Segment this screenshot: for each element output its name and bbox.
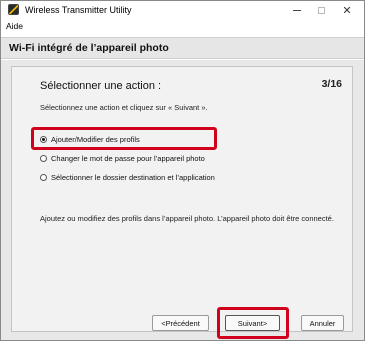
option-add-modify-profiles[interactable]: Ajouter/Modifier des profils (40, 133, 140, 145)
maximize-button[interactable] (309, 2, 333, 18)
option-label: Sélectionner le dossier destination et l… (51, 172, 215, 182)
app-window: Wireless Transmitter Utility ✕ Aide Wi-F… (0, 0, 365, 341)
wizard-panel: Sélectionner une action : 3/16 Sélection… (11, 66, 353, 339)
radio-button[interactable] (40, 173, 47, 181)
window-title: Wireless Transmitter Utility (25, 5, 132, 15)
menu-item-aide[interactable]: Aide (6, 21, 23, 31)
minimize-button[interactable] (285, 2, 309, 18)
minimize-icon (293, 9, 301, 11)
next-button[interactable]: Suivant> (225, 315, 280, 331)
content-area: Sélectionner une action : 3/16 Sélection… (1, 60, 364, 340)
option-select-folder-app[interactable]: Sélectionner le dossier destination et l… (40, 171, 215, 183)
maximize-icon (317, 6, 325, 14)
close-icon: ✕ (342, 3, 352, 17)
instruction-text: Sélectionnez une action et cliquez sur «… (40, 103, 208, 112)
action-heading: Sélectionner une action : (40, 80, 162, 92)
page-header: Wi-Fi intégré de l’appareil photo (1, 37, 364, 59)
description-text: Ajoutez ou modifiez des profils dans l’a… (40, 214, 334, 223)
title-bar[interactable]: Wireless Transmitter Utility ✕ (1, 1, 364, 19)
previous-button[interactable]: <Précédent (152, 315, 209, 331)
radio-button[interactable] (40, 154, 47, 162)
step-counter: 3/16 (321, 78, 342, 90)
page-title: Wi-Fi intégré de l’appareil photo (9, 42, 169, 54)
radio-button-checked[interactable] (40, 135, 47, 143)
option-label: Ajouter/Modifier des profils (51, 134, 140, 144)
close-button[interactable]: ✕ (335, 2, 359, 18)
menu-bar: Aide (1, 20, 364, 34)
app-icon (8, 4, 19, 15)
cancel-button[interactable]: Annuler (301, 315, 344, 331)
option-label: Changer le mot de passe pour l’appareil … (51, 153, 205, 163)
option-change-password[interactable]: Changer le mot de passe pour l’appareil … (40, 152, 205, 164)
